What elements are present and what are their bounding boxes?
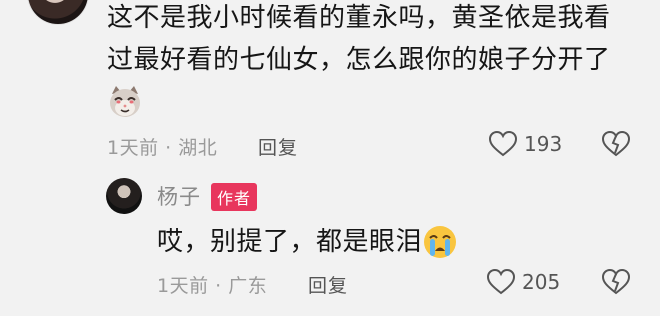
author-badge: 作者 [211,183,258,211]
reply-time: 1天前 [157,275,209,297]
reply-like-count: 205 [522,270,561,294]
author-avatar[interactable] [106,178,142,214]
broken-heart-icon[interactable] [601,268,631,296]
commenter-avatar[interactable] [28,0,88,24]
reply-text: 哎，别提了，都是眼泪 [157,227,423,257]
cat-face-emoji-icon [110,86,140,117]
reply-like-button[interactable]: 205 [486,268,560,296]
comment-text-line1: 这不是我小时候看的董永吗，黄圣依是我看 [107,3,611,33]
comment-like-count: 193 [524,132,563,156]
reply-reply-button[interactable]: 回复 [308,271,348,298]
comment-like-button[interactable]: 193 [488,130,562,158]
comment-text-line2: 过最好看的七仙女，怎么跟你的娘子分开了 [107,45,611,75]
comment-time: 1天前 [107,137,159,159]
reply-meta: 1天前 · 广东 [157,271,267,298]
crying-face-emoji-icon [424,226,456,258]
comment-meta: 1天前 · 湖北 [107,133,217,160]
meta-separator: · [165,137,172,159]
broken-heart-icon[interactable] [601,130,631,158]
comment-location: 湖北 [178,137,218,159]
heart-outline-icon [488,130,518,157]
heart-outline-icon [486,268,516,295]
meta-separator: · [215,275,222,297]
comment-reply-button[interactable]: 回复 [258,133,298,160]
reply-username[interactable]: 杨子 [157,181,201,211]
reply-location: 广东 [228,275,268,297]
